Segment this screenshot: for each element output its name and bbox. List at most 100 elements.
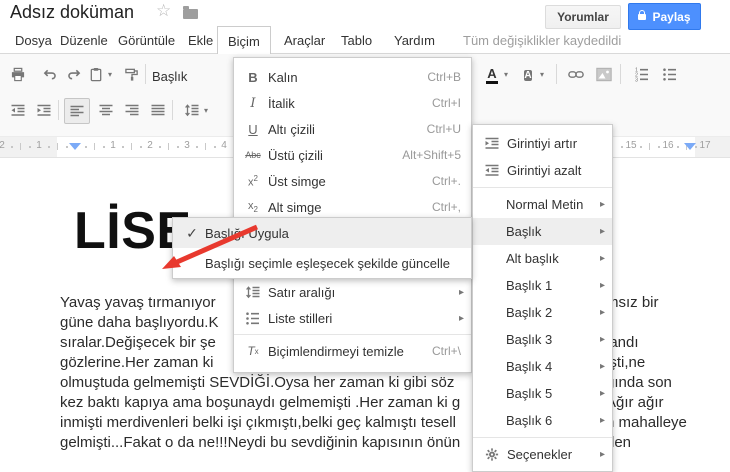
menu-item-label: Alt başlık (506, 251, 559, 266)
superscript-icon: x2 (248, 173, 258, 189)
menu-item-label: Satır aralığı (268, 284, 336, 300)
style-item-normal-metin[interactable]: Normal Metin ▸ (473, 191, 612, 218)
decrease-indent-icon (479, 163, 505, 178)
share-button-label: Paylaş (652, 9, 691, 24)
popup-item-label: Başlığı Uygula (205, 225, 289, 241)
star-icon[interactable]: ☆ (156, 1, 171, 21)
folder-icon[interactable] (183, 6, 198, 19)
menu-item-biçimlendirmeyi-temizle[interactable]: Tx Biçimlendirmeyi temizle Ctrl+\ (234, 338, 471, 364)
popup-item-başlığı-seçimle-eşleşecek-şekilde-güncelle[interactable]: Başlığı seçimle eşleşecek şekilde güncel… (173, 248, 471, 278)
popup-item-başlığı-uygula[interactable]: ✓ Başlığı Uygula (173, 218, 471, 248)
menu-item-kalın[interactable]: B Kalın Ctrl+B (234, 64, 471, 90)
paint-format-button[interactable] (120, 62, 144, 86)
document-line-right: n mahalleye (606, 414, 687, 431)
ruler-tick (658, 146, 660, 148)
undo-button[interactable] (38, 62, 62, 86)
ruler-tick (677, 146, 679, 148)
svg-text:3: 3 (635, 77, 638, 82)
lock-icon (638, 9, 647, 20)
numbered-list-button[interactable]: 123 (630, 62, 654, 86)
menu-item-shortcut: Ctrl+U (426, 122, 461, 136)
menubar-item-araçlar[interactable]: Araçlar (279, 30, 330, 51)
menu-item-label: Üstü çizili (268, 147, 323, 163)
insert-link-button[interactable] (564, 62, 588, 86)
style-item-başlık-3[interactable]: Başlık 3 ▸ (473, 326, 612, 353)
menu-item-girintiyi-artır[interactable]: Girintiyi artır (473, 130, 612, 157)
submenu-arrow-icon: ▸ (599, 226, 605, 237)
align-left-button[interactable] (64, 98, 90, 124)
menubar-item-ekle[interactable]: Ekle (183, 30, 218, 51)
menubar-item-tablo[interactable]: Tablo (336, 30, 377, 51)
menu-item-label: Biçimlendirmeyi temizle (268, 343, 404, 359)
dropdown-caret-icon[interactable]: ▾ (540, 71, 544, 79)
align-right-button[interactable] (120, 98, 144, 122)
ruler-number: 2 (0, 140, 5, 151)
menu-item-i̇talik[interactable]: I İtalik Ctrl+I (234, 90, 471, 116)
document-line-left: inmişti merdivenleri belki işi çıkmıştı,… (60, 414, 456, 431)
style-item-alt-başlık[interactable]: Alt başlık ▸ (473, 245, 612, 272)
ruler-tick (140, 146, 142, 148)
redo-icon (66, 67, 82, 82)
menubar-item-biçim[interactable]: Biçim (217, 26, 271, 54)
menubar-item-dosya[interactable]: Dosya (10, 30, 57, 51)
justify-button[interactable] (146, 98, 170, 122)
menubar-item-yardım[interactable]: Yardım (389, 30, 440, 51)
document-line-left: Yavaş yavaş tırmanıyor (60, 294, 216, 311)
align-center-button[interactable] (94, 98, 118, 122)
document-line-left: güne daha başlıyordu.K (60, 314, 219, 331)
document-title[interactable]: Adsız doküman (10, 2, 134, 23)
menu-item-label: Başlık 4 (506, 359, 553, 374)
document-line: kez baktı kapıya ama boşunaydı gelmemişt… (60, 393, 720, 413)
increase-indent-button[interactable] (32, 98, 56, 122)
menu-item-label: Normal Metin (506, 197, 584, 212)
dropdown-caret-icon[interactable]: ▾ (504, 71, 508, 79)
indent-marker-right[interactable] (684, 143, 696, 150)
insert-image-button[interactable] (592, 62, 616, 86)
align-center-icon (98, 103, 114, 118)
check-icon: ✓ (186, 224, 198, 241)
menubar-item-düzenle[interactable]: Düzenle (55, 30, 113, 51)
styles-dropdown[interactable]: Başlık (152, 69, 187, 84)
menu-item-satır-aralığı[interactable]: Satır aralığı ▸ (234, 279, 471, 305)
toolbar-divider (58, 100, 59, 120)
ruler-tick (214, 146, 216, 148)
style-item-başlık-6[interactable]: Başlık 6 ▸ (473, 407, 612, 434)
style-item-başlık[interactable]: Başlık ▸ (473, 218, 612, 245)
dropdown-caret-icon[interactable]: ▾ (204, 107, 208, 115)
menu-item-label: Üst simge (268, 173, 326, 189)
paste-button[interactable] (84, 62, 108, 86)
style-item-başlık-2[interactable]: Başlık 2 ▸ (473, 299, 612, 326)
style-item-başlık-4[interactable]: Başlık 4 ▸ (473, 353, 612, 380)
bulleted-list-button[interactable] (658, 62, 682, 86)
style-item-başlık-1[interactable]: Başlık 1 ▸ (473, 272, 612, 299)
menu-item-shortcut: Alt+Shift+5 (402, 148, 461, 162)
ruler-tick (122, 146, 124, 148)
menu-item-üst-simge[interactable]: x2 Üst simge Ctrl+. (234, 168, 471, 194)
menu-item-liste-stilleri[interactable]: Liste stilleri ▸ (234, 305, 471, 331)
menu-item-üstü-çizili[interactable]: Abc Üstü çizili Alt+Shift+5 (234, 142, 471, 168)
menu-item-shortcut: Ctrl+B (427, 70, 461, 84)
indent-marker-left[interactable] (69, 143, 81, 150)
menu-item-altı-çizili[interactable]: U Altı çizili Ctrl+U (234, 116, 471, 142)
redo-button[interactable] (62, 62, 86, 86)
comments-button[interactable]: Yorumlar (545, 5, 621, 29)
insert-image-icon (596, 67, 612, 82)
style-item-başlık-5[interactable]: Başlık 5 ▸ (473, 380, 612, 407)
menubar-item-görüntüle[interactable]: Görüntüle (113, 30, 180, 51)
dropdown-caret-icon[interactable]: ▾ (108, 71, 112, 79)
highlight-color-button[interactable]: A (516, 62, 540, 86)
menu-divider (473, 187, 612, 188)
submenu-arrow-icon: ▸ (599, 199, 605, 210)
decrease-indent-button[interactable] (6, 98, 30, 122)
print-button[interactable] (6, 62, 30, 86)
line-spacing-button[interactable] (180, 98, 204, 122)
text-color-button[interactable]: A (480, 62, 504, 86)
decrease-indent-icon (10, 103, 26, 118)
menu-item-girintiyi-azalt[interactable]: Girintiyi azalt (473, 157, 612, 184)
line-spacing-icon (240, 285, 266, 300)
share-button[interactable]: Paylaş (628, 3, 701, 30)
document-line-left: kez baktı kapıya ama boşunaydı gelmemişt… (60, 394, 461, 411)
ruler-tick (11, 146, 13, 148)
underline-icon: U (248, 121, 258, 137)
toolbar-divider (145, 64, 146, 84)
